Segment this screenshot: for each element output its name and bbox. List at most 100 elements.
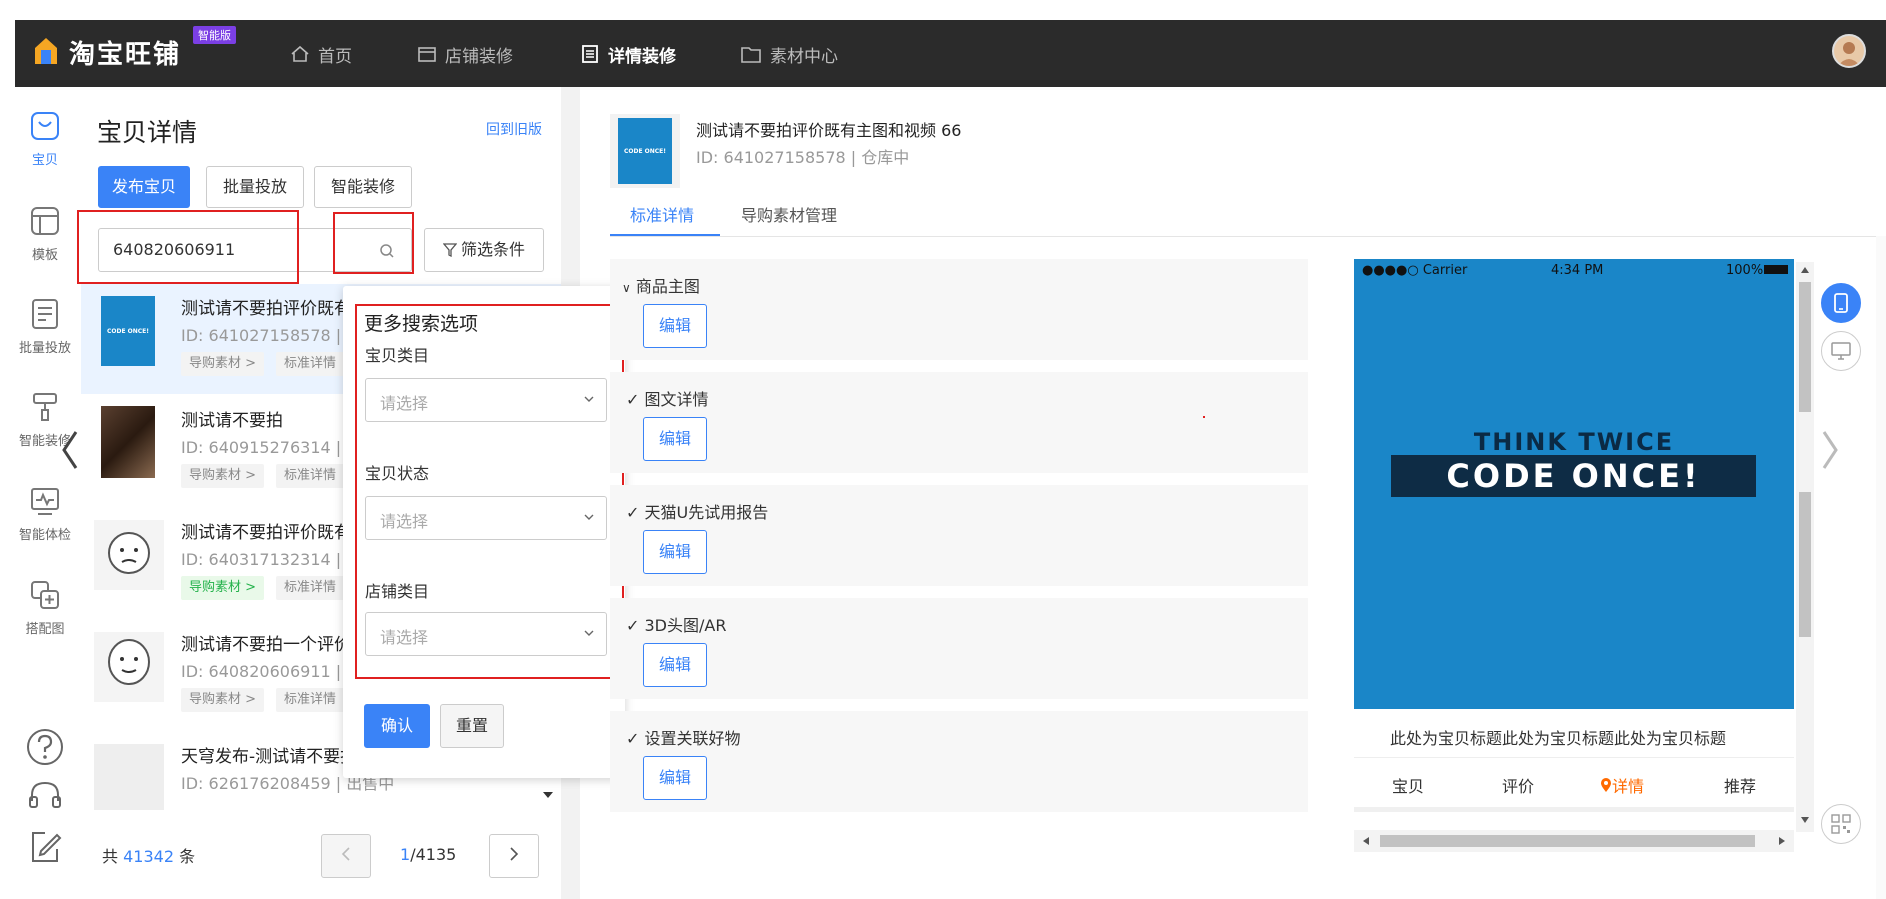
collapse-left-icon[interactable] bbox=[58, 428, 82, 472]
confirm-button[interactable]: 确认 bbox=[364, 704, 430, 748]
product-title: 测试请不要拍评价既有主图和视频 66 bbox=[696, 121, 962, 140]
mobile-view-button[interactable] bbox=[1821, 283, 1861, 323]
nav-material-center[interactable]: 素材中心 bbox=[740, 40, 838, 68]
scroll-down-icon[interactable] bbox=[1800, 816, 1810, 824]
scroll-left-icon[interactable] bbox=[1362, 836, 1370, 846]
total-count-number: 41342 bbox=[123, 847, 175, 866]
edit-button[interactable]: 编辑 bbox=[643, 530, 707, 574]
check-icon: ✓ bbox=[626, 390, 640, 409]
preview-tab-review[interactable]: 评价 bbox=[1502, 773, 1534, 797]
document-icon bbox=[582, 45, 598, 63]
nav-store-decoration[interactable]: 店铺装修 bbox=[417, 40, 513, 68]
item-title: 测试请不要拍评价既有 bbox=[181, 299, 351, 319]
section-graphic-detail: ✓ 图文详情 编辑 bbox=[610, 372, 1308, 473]
batch-icon bbox=[32, 299, 58, 329]
batch-deploy-button[interactable]: 批量投放 bbox=[206, 166, 304, 208]
section-title: ✓ 天猫U先试用报告 bbox=[626, 499, 768, 523]
qr-code-button[interactable] bbox=[1821, 804, 1861, 844]
tag-guide-material[interactable]: 导购素材 > bbox=[181, 688, 265, 712]
scroll-right-icon[interactable] bbox=[1778, 836, 1786, 846]
next-page-button[interactable] bbox=[489, 834, 539, 878]
sidebar-item-label: 宝贝 bbox=[31, 153, 58, 168]
item-thumbnail bbox=[94, 744, 164, 810]
tag-standard-detail[interactable]: 标准详情 bbox=[276, 688, 345, 712]
current-page: 1 bbox=[400, 845, 411, 864]
item-thumbnail bbox=[101, 406, 155, 478]
page-indicator: 1/4135 bbox=[400, 845, 456, 864]
tag-standard-detail[interactable]: 标准详情 bbox=[276, 576, 345, 600]
phone-preview: ●●●●○ Carrier 4:34 PM 100% THINK TWICE C… bbox=[1354, 259, 1794, 857]
section-title: ∨ 商品主图 bbox=[622, 273, 700, 297]
sidebar-item-health-check[interactable]: 智能体检 bbox=[15, 484, 75, 543]
smart-decoration-button[interactable]: 智能装修 bbox=[314, 166, 412, 208]
tag-standard-detail[interactable]: 标准详情 bbox=[276, 464, 345, 488]
publish-item-button[interactable]: 发布宝贝 bbox=[98, 166, 190, 208]
vertical-scrollbar-thumb-upper[interactable] bbox=[1799, 282, 1811, 412]
tab-standard-detail[interactable]: 标准详情 bbox=[630, 202, 694, 226]
mobile-icon bbox=[1834, 293, 1848, 313]
edit-button[interactable]: 编辑 bbox=[643, 417, 707, 461]
check-icon: ✓ bbox=[626, 503, 640, 522]
pagination: 共 41342 条 1/4135 bbox=[81, 812, 561, 892]
filter-button[interactable]: 筛选条件 bbox=[424, 228, 544, 272]
chevron-left-icon bbox=[341, 847, 350, 861]
tag-guide-material[interactable]: 导购素材 > bbox=[181, 576, 265, 600]
banner-line-2-bg: CODE ONCE! bbox=[1391, 455, 1756, 497]
dot-marker bbox=[1203, 416, 1205, 418]
nav-home-label: 首页 bbox=[318, 46, 352, 67]
sidebar-item-label: 模板 bbox=[31, 248, 58, 263]
bag-icon bbox=[31, 112, 59, 140]
tag-guide-material[interactable]: 导购素材 > bbox=[181, 464, 265, 488]
help-icon[interactable] bbox=[25, 727, 65, 767]
prev-page-button[interactable] bbox=[321, 834, 371, 878]
edit-button[interactable]: 编辑 bbox=[643, 304, 707, 348]
section-title-text: 3D头图/AR bbox=[644, 616, 727, 635]
scroll-up-icon[interactable] bbox=[1800, 266, 1810, 274]
item-id: ID: 640820606911 | 仓 bbox=[181, 662, 363, 681]
filter-label: 筛选条件 bbox=[460, 240, 525, 259]
total-suffix: 条 bbox=[179, 847, 196, 866]
horizontal-scrollbar-thumb[interactable] bbox=[1380, 835, 1755, 847]
desktop-view-button[interactable] bbox=[1821, 331, 1861, 371]
chevron-right-icon bbox=[510, 847, 519, 861]
vertical-scrollbar-thumb-lower[interactable] bbox=[1799, 492, 1811, 637]
preview-tab-detail[interactable]: 详情 bbox=[1600, 773, 1644, 797]
highlight-search-icon bbox=[333, 212, 414, 274]
preview-tab-recommend[interactable]: 推荐 bbox=[1724, 773, 1756, 797]
nav-detail-decoration[interactable]: 详情装修 bbox=[580, 40, 676, 68]
edit-button[interactable]: 编辑 bbox=[643, 643, 707, 687]
tag-standard-detail[interactable]: 标准详情 bbox=[276, 352, 345, 376]
tab-guide-material[interactable]: 导购素材管理 bbox=[741, 202, 837, 226]
product-thumbnail: CODE ONCE! bbox=[610, 114, 680, 188]
sidebar-item-items[interactable]: 宝贝 bbox=[15, 109, 75, 168]
edit-note-icon[interactable] bbox=[25, 827, 65, 867]
item-title: 测试请不要拍评价既有 bbox=[181, 523, 351, 543]
tag-guide-material[interactable]: 导购素材 > bbox=[181, 352, 265, 376]
item-thumbnail: CODE ONCE! bbox=[101, 296, 155, 366]
preview-tab-item[interactable]: 宝贝 bbox=[1392, 773, 1424, 797]
sidebar-item-combo[interactable]: 搭配图 bbox=[15, 578, 75, 637]
reset-button[interactable]: 重置 bbox=[440, 704, 504, 748]
nav-store-label: 店铺装修 bbox=[445, 46, 513, 67]
edit-button[interactable]: 编辑 bbox=[643, 756, 707, 800]
folder-icon bbox=[741, 47, 761, 63]
vertical-scrollbar[interactable] bbox=[1796, 262, 1814, 832]
sidebar-item-label: 批量投放 bbox=[18, 341, 71, 356]
sidebar-item-batch[interactable]: 批量投放 bbox=[15, 297, 75, 356]
nav-material-label: 素材中心 bbox=[770, 46, 838, 67]
section-title: ✓ 3D头图/AR bbox=[626, 612, 726, 636]
headset-icon[interactable] bbox=[25, 777, 65, 817]
page-scrollbar[interactable] bbox=[1876, 236, 1886, 899]
preview-section-gap bbox=[1354, 807, 1794, 812]
back-to-old-version-link[interactable]: 回到旧版 bbox=[486, 119, 542, 139]
scroll-down-icon[interactable] bbox=[542, 790, 554, 800]
horizontal-scrollbar[interactable] bbox=[1354, 830, 1794, 852]
item-id: ID: 640317132314 | 仓 bbox=[181, 550, 363, 569]
monitor-icon bbox=[1831, 342, 1851, 360]
item-title: 测试请不要拍一个评价 bbox=[181, 635, 351, 655]
nav-home[interactable]: 首页 bbox=[290, 40, 352, 68]
sidebar-item-template[interactable]: 模板 bbox=[15, 204, 75, 263]
sidebar-item-label: 智能体检 bbox=[18, 528, 71, 543]
next-preview-arrow-icon[interactable] bbox=[1818, 428, 1842, 472]
avatar[interactable] bbox=[1832, 34, 1866, 68]
